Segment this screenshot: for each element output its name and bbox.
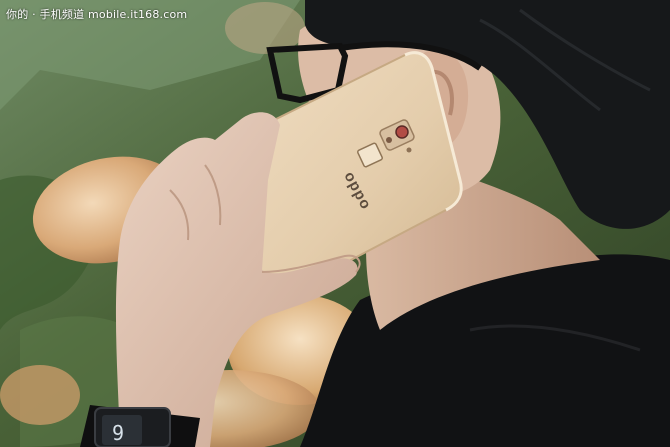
camera-lens-small xyxy=(386,137,392,143)
watch-display-value: 9 xyxy=(112,421,124,445)
watermark-text: 你的 · 手机频道 mobile.it168.com xyxy=(6,8,188,21)
photo-scene: oppo 9 xyxy=(0,0,670,447)
painting-shape xyxy=(0,365,80,425)
flash xyxy=(406,147,412,153)
camera-lens xyxy=(395,125,409,139)
